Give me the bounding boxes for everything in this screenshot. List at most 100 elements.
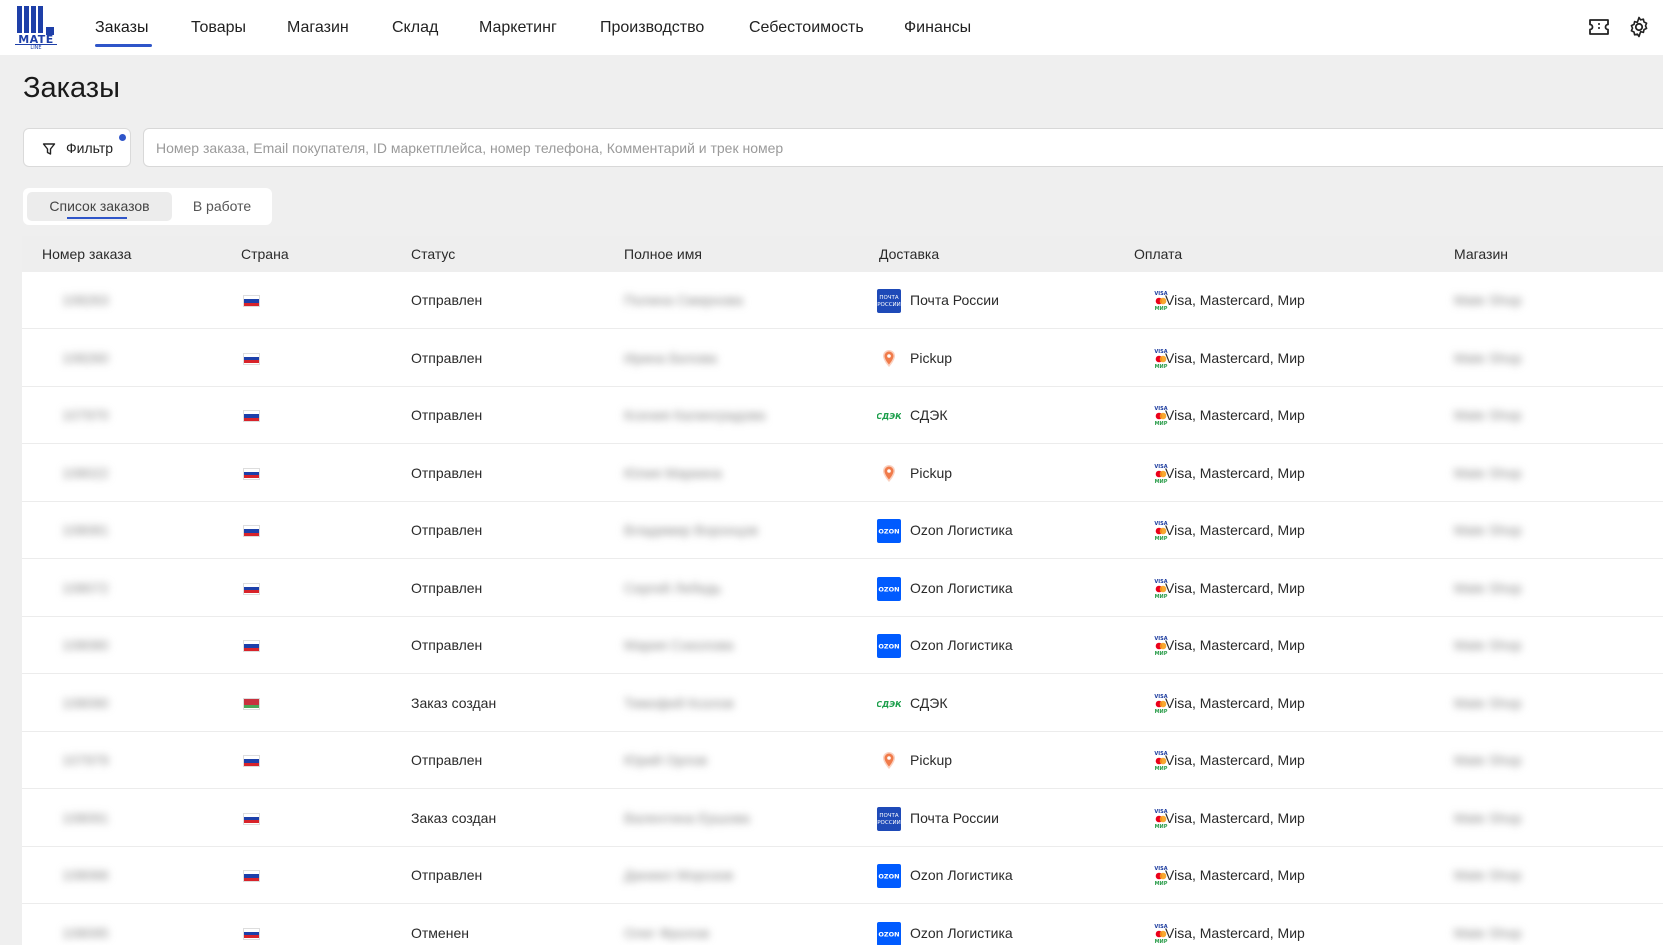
table-row[interactable]: 108090 Заказ создан Тимофей Козлов СДЭК СДЭК… xyxy=(22,674,1663,732)
column-header-shop[interactable]: Магазин xyxy=(1454,236,1508,272)
payment-method: Visa, Mastercard, Мир xyxy=(1165,809,1305,826)
order-status: Отправлен xyxy=(411,637,483,653)
customer-name: Ирина Белова xyxy=(624,349,717,366)
order-status: Отправлен xyxy=(411,292,483,308)
order-number[interactable]: 108260 xyxy=(62,330,109,387)
delivery-method: СДЭК xyxy=(910,407,948,423)
svg-text:РОССИИ: РОССИИ xyxy=(877,820,901,826)
payment-method: Visa, Mastercard, Мир xyxy=(1165,522,1305,538)
delivery-method: Ozon Логистика xyxy=(910,867,1013,883)
order-number[interactable]: 108022 xyxy=(62,445,109,502)
country-flag-icon xyxy=(243,352,260,365)
customer-name: Сергей Лебедь xyxy=(624,579,722,596)
customer-name: Юлия Маркина xyxy=(624,464,722,481)
svg-text:OZON: OZON xyxy=(878,643,899,651)
payment-method: Visa, Mastercard, Мир xyxy=(1165,349,1305,366)
order-number[interactable]: 108263 xyxy=(62,272,109,329)
shop-name: Mate Shop xyxy=(1454,867,1522,883)
filter-icon xyxy=(42,141,56,155)
gear-icon[interactable] xyxy=(1627,15,1651,39)
svg-text:ПОЧТА: ПОЧТА xyxy=(879,295,899,301)
nav-item-products[interactable]: Товары xyxy=(191,0,246,55)
nav-item-shop[interactable]: Магазин xyxy=(287,0,349,55)
svg-text:СДЭК: СДЭК xyxy=(877,700,901,709)
order-number[interactable]: 108090 xyxy=(62,675,109,732)
page-title: Заказы xyxy=(23,72,120,104)
cdek-delivery-icon: СДЭК xyxy=(876,692,902,716)
nav-item-warehouse[interactable]: Склад xyxy=(392,0,438,55)
payment-method: Visa, Mastercard, Мир xyxy=(1165,579,1305,596)
logo-subtext: LINE xyxy=(15,44,57,51)
shop-name: Mate Shop xyxy=(1454,924,1522,941)
order-status: Отправлен xyxy=(411,752,483,768)
column-header-delivery[interactable]: Доставка xyxy=(879,236,939,272)
search-input[interactable] xyxy=(143,128,1663,167)
svg-text:СДЭК: СДЭК xyxy=(877,412,901,421)
table-row[interactable]: 108091 Заказ создан Валентина Ершова ПОЧТА Р… xyxy=(22,789,1663,847)
view-tabs: Список заказов В работе xyxy=(23,188,272,225)
ticket-icon[interactable] xyxy=(1587,15,1611,39)
column-header-full-name[interactable]: Полное имя xyxy=(624,236,702,272)
delivery-method: Почта России xyxy=(910,292,999,308)
column-header-country[interactable]: Страна xyxy=(241,236,289,272)
order-number[interactable]: 107970 xyxy=(62,387,109,444)
order-number[interactable]: 108080 xyxy=(62,617,109,674)
nav-item-finance[interactable]: Финансы xyxy=(904,0,971,55)
delivery-method: Почта России xyxy=(910,809,999,826)
payment-method: Visa, Mastercard, Мир xyxy=(1165,637,1305,653)
column-header-order-number[interactable]: Номер заказа xyxy=(42,236,131,272)
table-row[interactable]: 107979 Отправлен Юрий Орлов Pickup VISA МИР Vi… xyxy=(22,732,1663,789)
table-row[interactable]: 108022 Отправлен Юлия Маркина Pickup VISA МИР… xyxy=(22,444,1663,502)
payment-method: Visa, Mastercard, Мир xyxy=(1165,924,1305,941)
customer-name: Юрий Орлов xyxy=(624,752,708,768)
orders-table: Номер заказа Страна Статус Полное имя До… xyxy=(22,236,1663,945)
nav-item-marketing[interactable]: Маркетинг xyxy=(479,0,557,55)
shop-name: Mate Shop xyxy=(1454,407,1522,423)
tab-active-indicator xyxy=(67,217,127,219)
pickup-delivery-icon xyxy=(877,462,901,486)
country-flag-icon xyxy=(243,525,260,537)
order-number[interactable]: 108072 xyxy=(62,560,109,617)
delivery-method: СДЭК xyxy=(910,694,948,711)
order-number[interactable]: 108095 xyxy=(62,905,109,945)
nav-active-indicator xyxy=(95,44,152,47)
order-number[interactable]: 108081 xyxy=(62,502,109,559)
column-header-payment[interactable]: Оплата xyxy=(1134,236,1182,272)
customer-name: Даниил Морозов xyxy=(624,867,734,883)
svg-text:ПОЧТА: ПОЧТА xyxy=(879,813,899,819)
order-status: Отправлен xyxy=(411,522,483,538)
nav-item-production[interactable]: Производство xyxy=(600,0,704,55)
table-row[interactable]: 108095 Отменен Олег Фролов OZON Ozon Логисти… xyxy=(22,904,1663,945)
cdek-delivery-icon: СДЭК xyxy=(876,404,902,428)
filter-label: Фильтр xyxy=(66,140,114,156)
filter-button[interactable]: Фильтр xyxy=(23,128,131,167)
top-bar: MATE LINE Заказы Товары Магазин Склад Ма… xyxy=(0,0,1663,55)
table-row[interactable]: 108066 Отправлен Даниил Морозов OZON Ozon Ло… xyxy=(22,847,1663,904)
table-row[interactable]: 108080 Отправлен Мария Соколова OZON Ozon Ло… xyxy=(22,617,1663,674)
order-status: Заказ создан xyxy=(411,694,497,711)
country-flag-icon xyxy=(243,640,260,652)
shop-name: Mate Shop xyxy=(1454,292,1522,308)
order-status: Заказ создан xyxy=(411,809,497,826)
app-logo[interactable]: MATE LINE xyxy=(15,6,57,51)
ozon-delivery-icon: OZON xyxy=(877,634,901,658)
customer-name: Ксения Калинградова xyxy=(624,407,766,423)
table-row[interactable]: 107970 Отправлен Ксения Калинградова СДЭК СД… xyxy=(22,387,1663,444)
order-number[interactable]: 107979 xyxy=(62,732,109,789)
shop-name: Mate Shop xyxy=(1454,522,1522,538)
table-row[interactable]: 108263 Отправлен Полина Смирнова ПОЧТА РОССИ… xyxy=(22,272,1663,329)
tab-in-progress[interactable]: В работе xyxy=(178,192,266,221)
column-header-status[interactable]: Статус xyxy=(411,236,455,272)
order-number[interactable]: 108091 xyxy=(62,790,109,847)
order-status: Отменен xyxy=(411,924,469,941)
customer-name: Мария Соколова xyxy=(624,637,734,653)
order-number[interactable]: 108066 xyxy=(62,847,109,904)
table-row[interactable]: 108081 Отправлен Владимир Воронцов OZON Ozon… xyxy=(22,502,1663,559)
nav-item-cost[interactable]: Себестоимость xyxy=(749,0,864,55)
shop-name: Mate Shop xyxy=(1454,752,1522,768)
table-row[interactable]: 108072 Отправлен Сергей Лебедь OZON Ozon Лог… xyxy=(22,559,1663,617)
svg-text:OZON: OZON xyxy=(878,528,899,536)
table-row[interactable]: 108260 Отправлен Ирина Белова Pickup VISA МИР… xyxy=(22,329,1663,387)
country-flag-icon xyxy=(243,870,260,882)
shop-name: Mate Shop xyxy=(1454,349,1522,366)
